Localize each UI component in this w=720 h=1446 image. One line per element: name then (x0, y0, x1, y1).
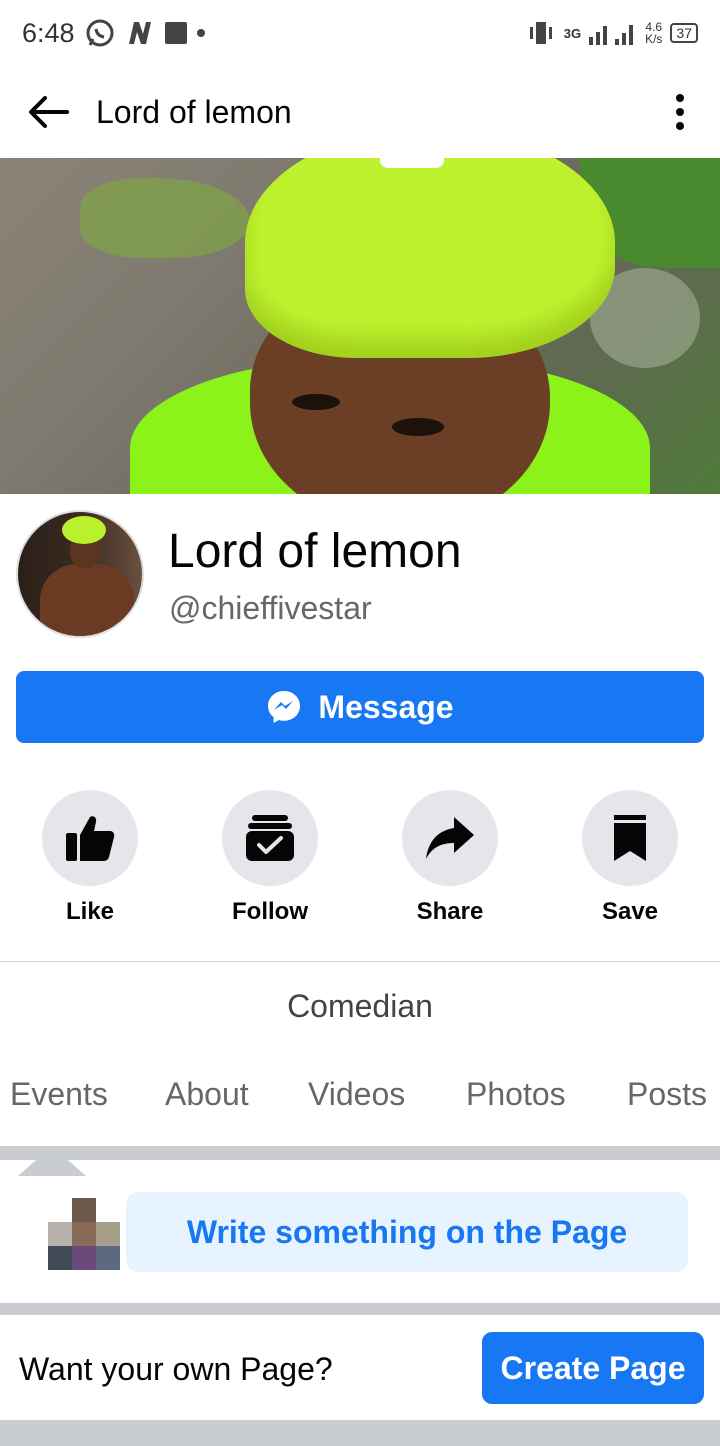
follow-check-icon (246, 815, 294, 861)
post-composer: Write something on the Page (0, 1160, 720, 1303)
section-separator (0, 1303, 720, 1315)
share-label: Share (416, 898, 484, 925)
whatsapp-icon (86, 19, 114, 47)
share-arrow-icon (426, 817, 474, 859)
tab-posts[interactable]: Posts (627, 1076, 707, 1113)
top-nav: Lord of lemon (0, 66, 720, 158)
n-app-icon (128, 22, 151, 44)
more-options-button[interactable] (640, 66, 720, 158)
save-label: Save (601, 898, 659, 925)
bottom-separator (0, 1420, 720, 1446)
page-category: Comedian (287, 988, 433, 1024)
follow-label: Follow (232, 898, 308, 925)
messenger-icon (268, 691, 301, 723)
arrow-left-icon (29, 96, 69, 128)
like-label: Like (65, 898, 115, 925)
profile-avatar[interactable] (16, 510, 144, 638)
status-bar: 6:48 3G 4.6 K/s 37 (0, 0, 720, 66)
more-vertical-icon (676, 94, 684, 130)
dot-icon (196, 29, 205, 37)
write-post-input[interactable]: Write something on the Page (126, 1192, 688, 1272)
tab-videos[interactable]: Videos (308, 1076, 405, 1113)
share-action[interactable]: Share (360, 790, 540, 940)
tab-about[interactable]: About (165, 1076, 249, 1113)
profile-header: Lord of lemon @chieffivestar (0, 494, 720, 654)
divider (0, 961, 720, 962)
tab-photos[interactable]: Photos (466, 1076, 566, 1113)
like-action[interactable]: Like (0, 790, 180, 940)
section-separator (0, 1146, 720, 1160)
tab-events[interactable]: Events (10, 1076, 108, 1113)
message-button-label: Message (318, 688, 454, 725)
message-button[interactable]: Message (16, 671, 704, 743)
page-tabs: Events About Videos Photos Posts (0, 1076, 720, 1124)
follow-action[interactable]: Follow (180, 790, 360, 940)
vibrate-icon (529, 22, 552, 44)
back-button[interactable] (0, 66, 96, 158)
status-time: 6:48 (22, 17, 75, 48)
page-name: Lord of lemon (168, 525, 462, 578)
bookmark-icon (614, 815, 646, 861)
nav-title: Lord of lemon (96, 93, 292, 130)
thumbs-up-icon (66, 816, 115, 861)
page-handle: @chieffivestar (169, 590, 372, 626)
net-speed: 4.6 K/s (645, 20, 663, 46)
page-actions: Like Follow Share Save (0, 790, 720, 940)
create-page-prompt: Want your own Page? (19, 1351, 333, 1387)
cover-photo[interactable] (0, 158, 720, 494)
signal-icon (589, 25, 634, 45)
create-page-banner: Want your own Page? Create Page (0, 1315, 720, 1420)
square-notification-icon (164, 22, 187, 44)
battery-icon: 37 (670, 23, 698, 43)
network-type: 3G (563, 25, 582, 41)
create-page-button[interactable]: Create Page (482, 1332, 704, 1404)
composer-avatar (48, 1198, 120, 1270)
save-action[interactable]: Save (540, 790, 720, 940)
